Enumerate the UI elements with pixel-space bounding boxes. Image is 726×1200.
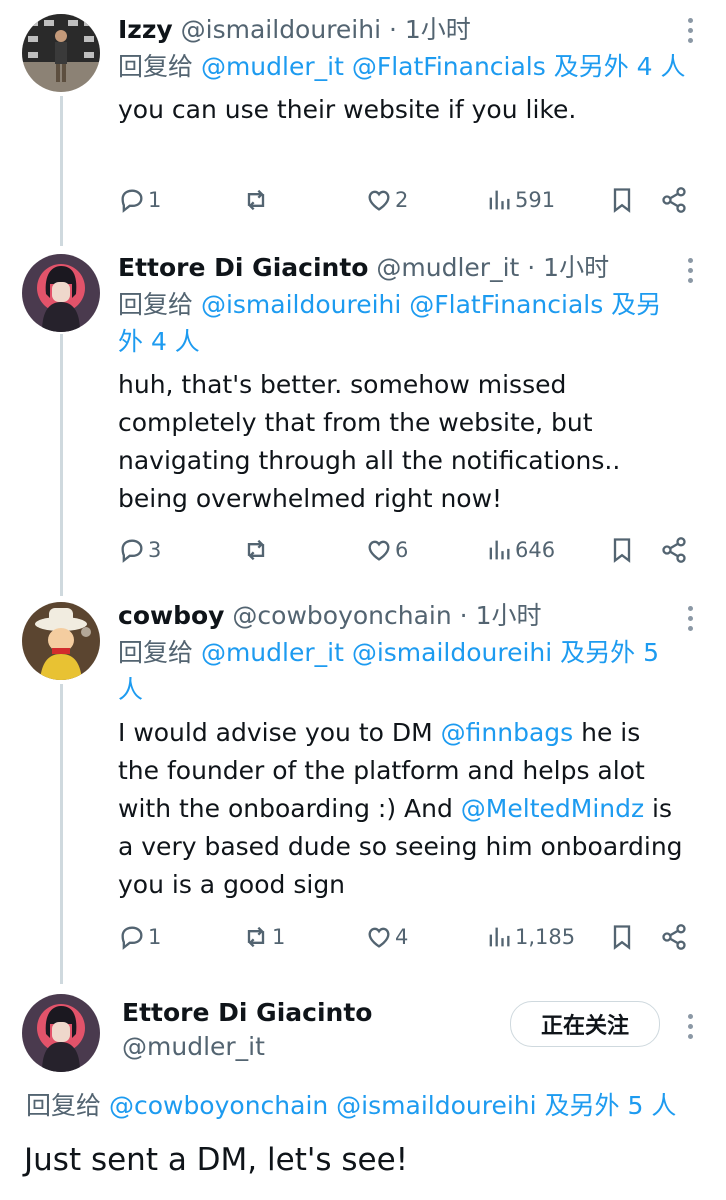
reply-count: 1 <box>148 925 162 949</box>
reply-to-mentions[interactable]: @mudler_it @FlatFinancials 及另外 4 人 <box>201 52 686 81</box>
mention-link[interactable]: @MeltedMindz <box>461 794 644 823</box>
like-count: 4 <box>395 925 409 949</box>
reply-count: 3 <box>148 538 162 562</box>
author-name[interactable]: Ettore Di Giacinto <box>122 996 372 1030</box>
more-icon[interactable] <box>686 18 694 48</box>
views-button[interactable]: 646 <box>485 532 555 568</box>
more-icon[interactable] <box>686 258 694 288</box>
reply-to-label: 回复给 <box>26 1091 109 1120</box>
reply-count: 1 <box>148 188 162 212</box>
tweet-text: huh, that's better. somehow missed compl… <box>118 370 621 513</box>
reply-icon <box>121 189 143 213</box>
bookmark-icon <box>613 538 631 563</box>
tweet-text: you can use their website if you like. <box>118 95 577 124</box>
views-icon <box>489 190 510 210</box>
bookmark-button[interactable] <box>608 182 636 218</box>
like-button[interactable]: 2 <box>365 182 408 218</box>
author-handle[interactable]: @cowboyonchain <box>232 601 451 630</box>
author-handle[interactable]: @mudler_it <box>376 253 519 282</box>
tweet-header: cowboy @cowboyonchain · 1小时 <box>118 600 686 632</box>
share-button[interactable] <box>660 182 688 218</box>
like-icon <box>368 190 390 211</box>
tweet-text: Just sent a DM, let's see! <box>24 1142 409 1178</box>
timestamp[interactable]: 1小时 <box>476 601 542 630</box>
author-name[interactable]: cowboy <box>118 601 224 630</box>
reply-button[interactable]: 1 <box>118 182 161 218</box>
tweet-text-segment: I would advise you to DM <box>118 718 441 747</box>
author-handle[interactable]: @ismaildoureihi <box>181 15 381 44</box>
more-icon[interactable] <box>686 1014 694 1044</box>
separator-dot: · <box>451 601 476 630</box>
share-button[interactable] <box>660 919 688 955</box>
retweet-button[interactable] <box>242 532 272 568</box>
views-icon <box>489 540 510 560</box>
retweet-count: 1 <box>272 925 286 949</box>
like-count: 6 <box>395 538 409 562</box>
tweet-header: Izzy @ismaildoureihi · 1小时 <box>118 14 686 46</box>
tweet-actions: 1 2 591 <box>118 182 692 218</box>
reply-to-label: 回复给 <box>118 638 201 667</box>
reply-button[interactable]: 3 <box>118 532 161 568</box>
share-icon <box>662 924 686 950</box>
retweet-button[interactable]: 1 <box>242 919 285 955</box>
separator-dot: · <box>519 253 544 282</box>
retweet-icon <box>247 539 265 561</box>
views-count: 1,185 <box>515 925 576 949</box>
like-button[interactable]: 6 <box>365 532 408 568</box>
reply-icon <box>121 539 143 563</box>
views-count: 591 <box>515 188 556 212</box>
tweet-actions: 1 1 4 1,185 <box>118 919 692 955</box>
share-icon <box>662 537 686 563</box>
retweet-icon <box>247 926 265 948</box>
author-handle[interactable]: @mudler_it <box>122 1030 372 1064</box>
bookmark-icon <box>613 925 631 950</box>
like-icon <box>368 927 390 948</box>
tweet-text: I would advise you to DM @finnbags he is… <box>118 714 686 904</box>
more-icon[interactable] <box>686 606 694 636</box>
bookmark-icon <box>613 188 631 213</box>
reply-icon <box>121 926 143 950</box>
share-button[interactable] <box>660 532 688 568</box>
reply-to-label: 回复给 <box>118 52 201 81</box>
reply-to-line: 回复给 @mudler_it @FlatFinancials 及另外 4 人 <box>118 48 686 85</box>
reply-to-line: 回复给 @cowboyonchain @ismaildoureihi 及另外 5… <box>26 1086 676 1122</box>
avatar[interactable] <box>22 14 100 92</box>
tweet-actions: 3 6 646 <box>118 532 692 568</box>
like-button[interactable]: 4 <box>365 919 408 955</box>
timestamp[interactable]: 1小时 <box>405 15 471 44</box>
views-button[interactable]: 591 <box>485 182 555 218</box>
author-name[interactable]: Ettore Di Giacinto <box>118 253 368 282</box>
views-icon <box>489 927 510 947</box>
views-button[interactable]: 1,185 <box>485 919 575 955</box>
following-button[interactable]: 正在关注 <box>510 1001 660 1047</box>
bookmark-button[interactable] <box>608 532 636 568</box>
retweet-icon <box>247 189 265 211</box>
avatar[interactable] <box>22 602 100 680</box>
share-icon <box>662 187 686 213</box>
bookmark-button[interactable] <box>608 919 636 955</box>
avatar[interactable] <box>22 994 100 1072</box>
avatar[interactable] <box>22 254 100 332</box>
tweet-header: Ettore Di Giacinto @mudler_it · 1小时 <box>118 252 686 284</box>
reply-button[interactable]: 1 <box>118 919 161 955</box>
like-icon <box>368 540 390 561</box>
reply-to-label: 回复给 <box>118 290 201 319</box>
separator-dot: · <box>381 15 405 44</box>
reply-to-line: 回复给 @ismaildoureihi @FlatFinancials 及另外 … <box>118 286 686 360</box>
author-name[interactable]: Izzy <box>118 15 173 44</box>
reply-to-mentions[interactable]: @cowboyonchain @ismaildoureihi 及另外 5 人 <box>109 1091 676 1120</box>
timestamp[interactable]: 1小时 <box>543 253 609 282</box>
reply-to-line: 回复给 @mudler_it @ismaildoureihi 及另外 5 人 <box>118 634 686 708</box>
retweet-button[interactable] <box>242 182 272 218</box>
mention-link[interactable]: @finnbags <box>441 718 574 747</box>
like-count: 2 <box>395 188 409 212</box>
views-count: 646 <box>515 538 556 562</box>
